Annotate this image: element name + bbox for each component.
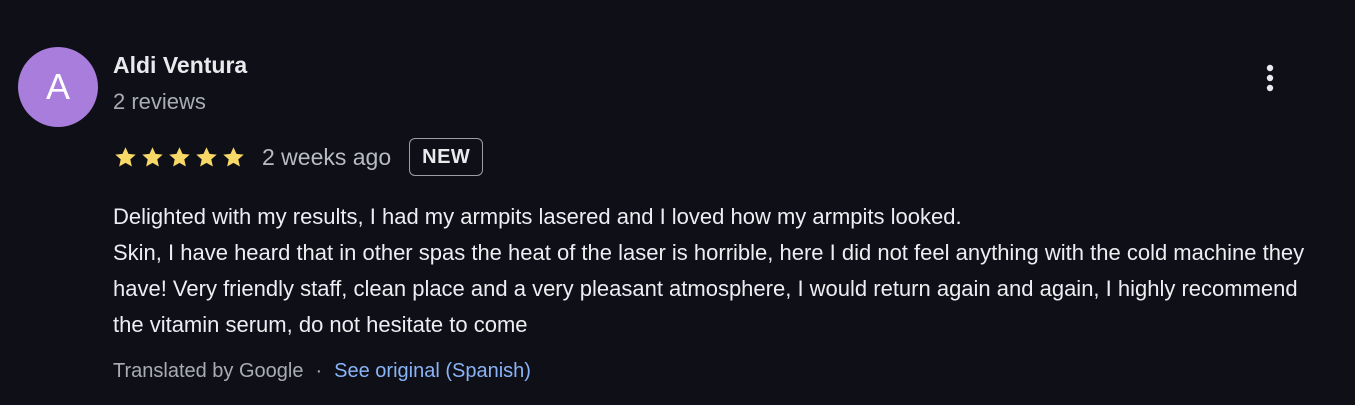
star-rating [113,145,246,170]
review-text-line-1: Delighted with my results, I had my armp… [113,204,962,229]
new-badge: NEW [409,138,484,176]
review-card: A Aldi Ventura 2 reviews 2 weeks ago NEW… [0,0,1355,405]
review-date: 2 weeks ago [262,143,392,170]
more-options-button[interactable] [1252,60,1288,96]
see-original-link[interactable]: See original (Spanish) [334,360,531,383]
separator-dot: · [315,360,323,382]
star-icon [140,145,165,170]
translated-by-label: Translated by Google [113,360,304,382]
review-text-line-2: Skin, I have heard that in other spas th… [113,240,1305,337]
star-icon [113,145,138,170]
review-count: 2 reviews [113,89,206,114]
avatar[interactable]: A [18,47,98,127]
review-meta: 2 weeks ago NEW [113,136,484,178]
star-icon [221,145,246,170]
review-text: Delighted with my results, I had my armp… [113,199,1328,343]
more-vert-icon [1266,64,1274,92]
translation-info: Translated by Google · See original (Spa… [113,360,531,383]
avatar-letter: A [45,66,70,107]
star-icon [167,145,192,170]
reviewer-name[interactable]: Aldi Ventura [113,52,247,79]
star-icon [194,145,219,170]
